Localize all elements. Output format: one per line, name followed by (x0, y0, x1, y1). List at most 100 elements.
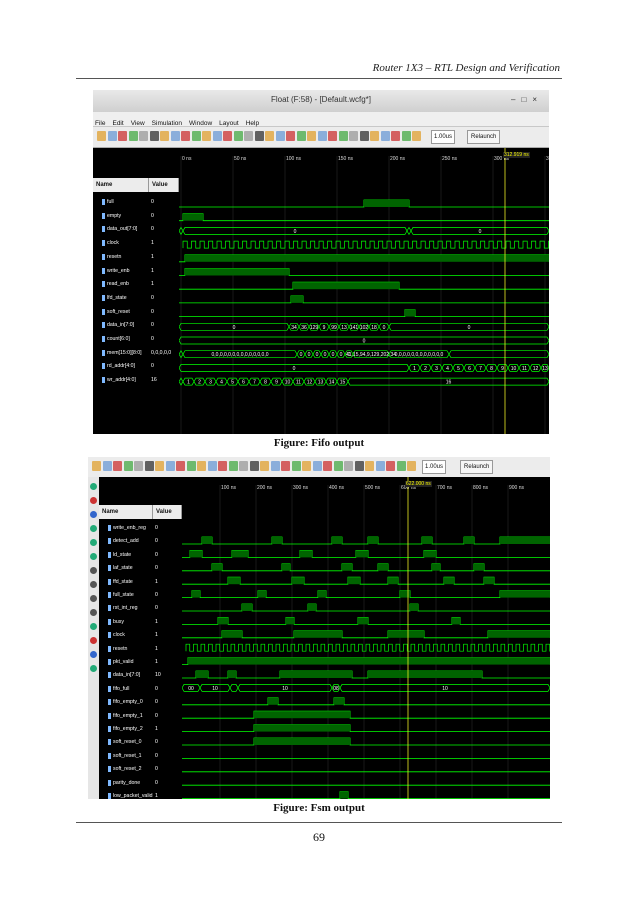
menu-file[interactable]: File (95, 120, 105, 127)
menu-simulation[interactable]: Simulation (152, 120, 182, 127)
signal-row[interactable]: soft_reset 0 (93, 306, 179, 319)
toolbar-icon[interactable] (307, 131, 316, 141)
fsm-waveform-canvas[interactable]: 100 ns 200 ns 300 ns 400 ns 500 ns 600 ns 700 … (182, 477, 550, 799)
toolbar-icon[interactable] (412, 131, 421, 141)
toolbar-icon[interactable] (244, 131, 253, 141)
toolbar-icon[interactable] (113, 461, 122, 471)
signal-row[interactable]: data_in[7:0] 0 (93, 319, 179, 332)
menu-help[interactable]: Help (246, 120, 259, 127)
toolbar-icon[interactable] (338, 131, 348, 141)
toolbar-icon[interactable] (359, 131, 369, 141)
toolbar-icon[interactable] (144, 461, 154, 471)
toolbar-icon[interactable] (123, 461, 133, 471)
toolbar-icon[interactable] (139, 131, 148, 141)
side-tool-icon[interactable] (90, 581, 97, 588)
signal-row[interactable]: full 0 (93, 196, 179, 209)
toolbar-icon[interactable] (149, 131, 159, 141)
signal-row[interactable]: fifo_empty_0 0 (99, 696, 182, 709)
toolbar-icon[interactable] (170, 131, 180, 141)
signal-row[interactable]: full_state 0 (99, 589, 182, 602)
signal-row[interactable]: low_packet_valid 1 (99, 790, 182, 799)
toolbar-icon[interactable] (181, 131, 190, 141)
signal-row[interactable]: busy 1 (99, 616, 182, 629)
toolbar-icon[interactable] (317, 131, 327, 141)
signal-row[interactable]: data_out[7:0] 0 (93, 223, 179, 236)
menu-edit[interactable]: Edit (112, 120, 123, 127)
toolbar-icon[interactable] (260, 461, 269, 471)
toolbar-icon[interactable] (323, 461, 332, 471)
toolbar-icon[interactable] (380, 131, 390, 141)
signal-row[interactable]: empty 0 (93, 210, 179, 223)
toolbar-icon[interactable] (212, 131, 222, 141)
window-controls[interactable]: –□× (511, 95, 543, 104)
toolbar-icon[interactable] (223, 131, 232, 141)
signal-row[interactable]: ld_state 0 (99, 549, 182, 562)
toolbar-icon[interactable] (370, 131, 379, 141)
side-tool-icon[interactable] (90, 637, 97, 644)
signal-row[interactable]: detect_add 0 (99, 535, 182, 548)
toolbar-icon[interactable] (401, 131, 411, 141)
toolbar-icon[interactable] (375, 461, 385, 471)
toolbar-icon[interactable] (349, 131, 358, 141)
signal-row[interactable]: rd_addr[4:0] 0 (93, 360, 179, 373)
time-unit-select[interactable]: 1.00us (431, 130, 456, 144)
side-tool-icon[interactable] (90, 623, 97, 630)
side-tool-icon[interactable] (90, 553, 97, 560)
toolbar-icon[interactable] (312, 461, 322, 471)
toolbar-icon[interactable] (165, 461, 175, 471)
signal-row[interactable]: read_enb 1 (93, 278, 179, 291)
toolbar-icon[interactable] (281, 461, 290, 471)
side-tool-icon[interactable] (90, 609, 97, 616)
signal-row[interactable]: lfd_state 0 (93, 292, 179, 305)
side-tool-icon[interactable] (90, 497, 97, 504)
signal-row[interactable]: fifo_full 0 (99, 683, 182, 696)
toolbar-icon[interactable] (386, 461, 395, 471)
signal-row[interactable]: soft_reset_1 0 (99, 750, 182, 763)
toolbar-icon[interactable] (296, 131, 306, 141)
toolbar-icon[interactable] (333, 461, 343, 471)
signal-row[interactable]: soft_reset_2 0 (99, 763, 182, 776)
toolbar-icon[interactable] (365, 461, 374, 471)
side-tool-icon[interactable] (90, 567, 97, 574)
toolbar-icon[interactable] (176, 461, 185, 471)
toolbar-icon[interactable] (107, 131, 117, 141)
signal-row[interactable]: wr_addr[4:0] 16 (93, 374, 179, 387)
signal-row[interactable]: fifo_empty_2 1 (99, 723, 182, 736)
signal-row[interactable]: resetn 1 (93, 251, 179, 264)
toolbar-icon[interactable] (92, 461, 101, 471)
fifo-waveform-canvas[interactable]: 0 ns 50 ns 100 ns 150 ns 200 ns 250 ns 300 ns 3… (179, 148, 549, 434)
signal-row[interactable]: resetn 1 (99, 643, 182, 656)
toolbar-icon[interactable] (254, 131, 264, 141)
signal-row[interactable]: rst_int_reg 0 (99, 602, 182, 615)
toolbar-icon[interactable] (291, 461, 301, 471)
toolbar-icon[interactable] (328, 131, 337, 141)
relaunch-button[interactable]: Relaunch (460, 460, 494, 474)
time-unit-select[interactable]: 1.00us (422, 460, 447, 474)
side-tool-icon[interactable] (90, 525, 97, 532)
toolbar-icon[interactable] (249, 461, 259, 471)
toolbar-icon[interactable] (191, 131, 201, 141)
toolbar-icon[interactable] (97, 131, 106, 141)
toolbar-icon[interactable] (407, 461, 416, 471)
toolbar-icon[interactable] (396, 461, 406, 471)
toolbar-icon[interactable] (118, 131, 127, 141)
signal-row[interactable]: clock 1 (99, 629, 182, 642)
menu-view[interactable]: View (131, 120, 145, 127)
side-tool-icon[interactable] (90, 539, 97, 546)
signal-row[interactable]: soft_reset_0 0 (99, 736, 182, 749)
toolbar-icon[interactable] (218, 461, 227, 471)
signal-row[interactable]: write_enb 1 (93, 265, 179, 278)
side-tool-icon[interactable] (90, 651, 97, 658)
signal-row[interactable]: fifo_empty_1 0 (99, 710, 182, 723)
side-tool-icon[interactable] (90, 511, 97, 518)
signal-row[interactable]: data_in[7:0] 10 (99, 669, 182, 682)
relaunch-button[interactable]: Relaunch (467, 130, 501, 144)
toolbar-icon[interactable] (202, 131, 211, 141)
toolbar-icon[interactable] (134, 461, 143, 471)
menu-layout[interactable]: Layout (219, 120, 239, 127)
toolbar-icon[interactable] (197, 461, 206, 471)
toolbar-icon[interactable] (102, 461, 112, 471)
signal-row[interactable]: mem[15:0][8:0] 0,0,0,0,0 (93, 347, 179, 360)
signal-row[interactable]: laf_state 0 (99, 562, 182, 575)
signal-row[interactable]: ffd_state 1 (99, 576, 182, 589)
